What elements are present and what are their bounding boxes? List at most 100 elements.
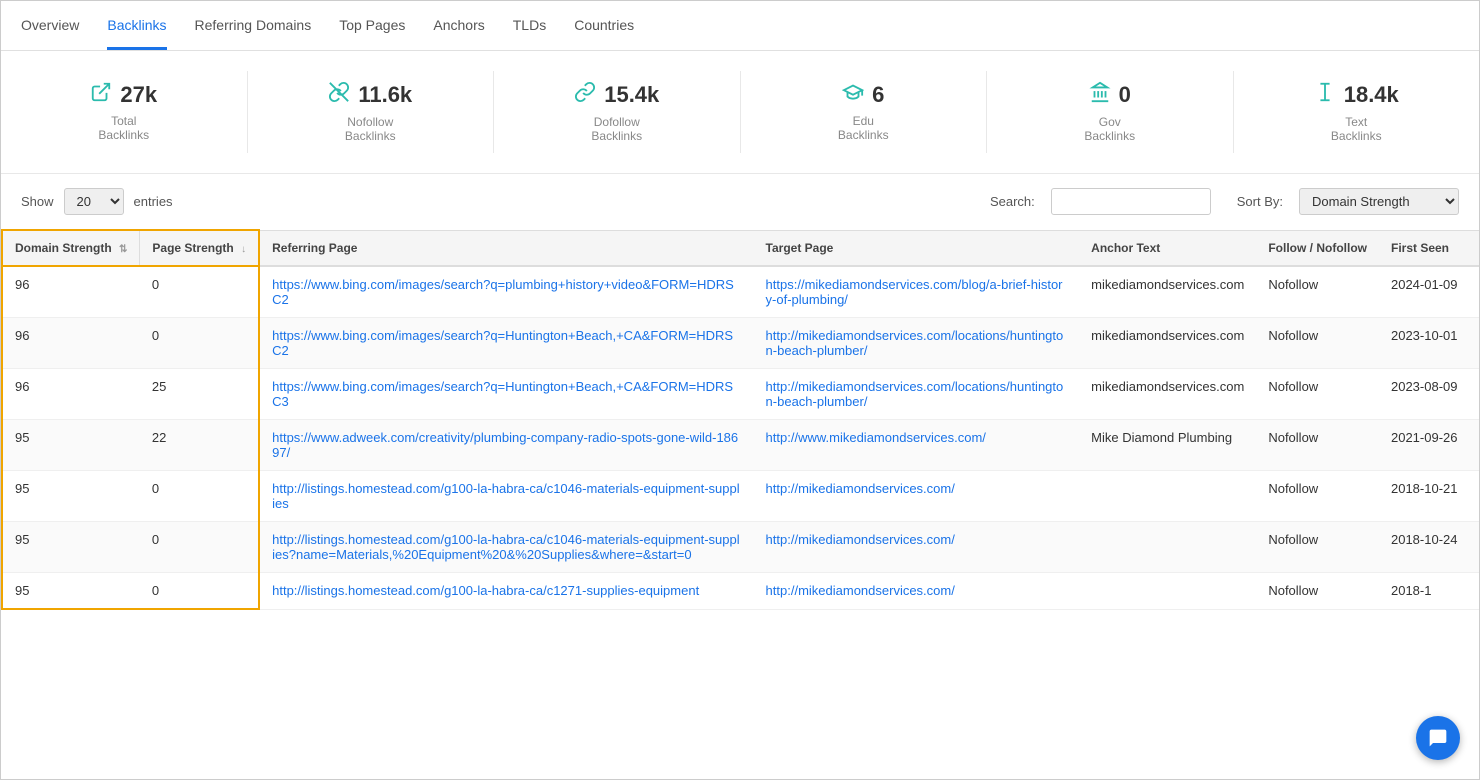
cell-first-seen: 2024-01-09 <box>1379 266 1479 318</box>
target-page-link[interactable]: http://www.mikediamondservices.com/ <box>766 430 986 445</box>
text-backlinks-value: 18.4k <box>1344 82 1399 108</box>
cell-target-page[interactable]: http://mikediamondservices.com/locations… <box>754 318 1080 369</box>
stat-nofollow-backlinks: 11.6k NofollowBacklinks <box>248 71 495 153</box>
tab-backlinks[interactable]: Backlinks <box>107 1 166 50</box>
total-backlinks-value: 27k <box>120 82 157 108</box>
stat-edu-backlinks: 6 EduBacklinks <box>741 71 988 153</box>
total-backlinks-label: TotalBacklinks <box>21 114 227 142</box>
sort-label: Sort By: <box>1237 194 1283 209</box>
cell-domain-strength: 95 <box>2 471 140 522</box>
referring-page-link[interactable]: https://www.bing.com/images/search?q=Hun… <box>272 379 733 409</box>
referring-page-link[interactable]: http://listings.homestead.com/g100-la-ha… <box>272 583 699 598</box>
cell-follow-nofollow: Nofollow <box>1256 420 1379 471</box>
col-header-follow-nofollow: Follow / Nofollow <box>1256 230 1379 266</box>
text-backlinks-label: TextBacklinks <box>1254 115 1460 143</box>
sort-select[interactable]: Domain Strength Page Strength First Seen… <box>1299 188 1459 215</box>
cell-domain-strength: 95 <box>2 522 140 573</box>
tab-top-pages[interactable]: Top Pages <box>339 1 405 50</box>
target-page-link[interactable]: http://mikediamondservices.com/ <box>766 532 955 547</box>
search-label: Search: <box>990 194 1035 209</box>
cell-referring-page[interactable]: http://listings.homestead.com/g100-la-ha… <box>259 471 753 522</box>
referring-page-link[interactable]: https://www.bing.com/images/search?q=Hun… <box>272 328 733 358</box>
target-page-link[interactable]: https://mikediamondservices.com/blog/a-b… <box>766 277 1063 307</box>
tab-referring-domains[interactable]: Referring Domains <box>195 1 312 50</box>
cell-follow-nofollow: Nofollow <box>1256 318 1379 369</box>
cell-anchor-text: mikediamondservices.com <box>1079 369 1256 420</box>
col-header-target-page: Target Page <box>754 230 1080 266</box>
target-page-link[interactable]: http://mikediamondservices.com/ <box>766 481 955 496</box>
cell-anchor-text <box>1079 471 1256 522</box>
cell-page-strength: 0 <box>140 522 259 573</box>
nofollow-backlinks-value: 11.6k <box>358 82 412 108</box>
col-header-page-strength[interactable]: Page Strength ↓ <box>140 230 259 266</box>
cell-domain-strength: 96 <box>2 318 140 369</box>
stat-gov-backlinks: 0 GovBacklinks <box>987 71 1234 153</box>
referring-page-link[interactable]: https://www.bing.com/images/search?q=plu… <box>272 277 734 307</box>
show-label: Show <box>21 194 54 209</box>
col-header-domain-strength[interactable]: Domain Strength ⇅ <box>2 230 140 266</box>
referring-page-link[interactable]: http://listings.homestead.com/g100-la-ha… <box>272 481 740 511</box>
cell-anchor-text <box>1079 522 1256 573</box>
cell-page-strength: 0 <box>140 573 259 610</box>
cell-target-page[interactable]: http://mikediamondservices.com/locations… <box>754 369 1080 420</box>
cell-page-strength: 0 <box>140 318 259 369</box>
edu-backlinks-label: EduBacklinks <box>761 114 967 142</box>
cell-domain-strength: 96 <box>2 369 140 420</box>
target-page-link[interactable]: http://mikediamondservices.com/locations… <box>766 328 1064 358</box>
nofollow-backlinks-label: NofollowBacklinks <box>268 115 474 143</box>
gov-backlinks-label: GovBacklinks <box>1007 115 1213 143</box>
entries-select[interactable]: 20 10 50 100 <box>64 188 124 215</box>
cell-target-page[interactable]: http://mikediamondservices.com/ <box>754 522 1080 573</box>
cell-first-seen: 2018-1 <box>1379 573 1479 610</box>
cell-follow-nofollow: Nofollow <box>1256 522 1379 573</box>
chat-button[interactable] <box>1416 716 1460 760</box>
cell-first-seen: 2021-09-26 <box>1379 420 1479 471</box>
cell-page-strength: 25 <box>140 369 259 420</box>
cell-target-page[interactable]: http://mikediamondservices.com/ <box>754 573 1080 610</box>
cell-referring-page[interactable]: http://listings.homestead.com/g100-la-ha… <box>259 573 753 610</box>
tab-countries[interactable]: Countries <box>574 1 634 50</box>
target-page-link[interactable]: http://mikediamondservices.com/ <box>766 583 955 598</box>
text-icon <box>1314 81 1336 109</box>
entries-label: entries <box>134 194 173 209</box>
dofollow-backlinks-value: 15.4k <box>604 82 659 108</box>
cell-referring-page[interactable]: http://listings.homestead.com/g100-la-ha… <box>259 522 753 573</box>
referring-page-link[interactable]: http://listings.homestead.com/g100-la-ha… <box>272 532 740 562</box>
cell-domain-strength: 96 <box>2 266 140 318</box>
cell-target-page[interactable]: http://www.mikediamondservices.com/ <box>754 420 1080 471</box>
cell-referring-page[interactable]: https://www.bing.com/images/search?q=Hun… <box>259 318 753 369</box>
cell-anchor-text <box>1079 573 1256 610</box>
cell-target-page[interactable]: http://mikediamondservices.com/ <box>754 471 1080 522</box>
tab-anchors[interactable]: Anchors <box>433 1 484 50</box>
cell-first-seen: 2018-10-24 <box>1379 522 1479 573</box>
cell-referring-page[interactable]: https://www.bing.com/images/search?q=plu… <box>259 266 753 318</box>
cell-domain-strength: 95 <box>2 420 140 471</box>
cell-first-seen: 2023-08-09 <box>1379 369 1479 420</box>
cell-domain-strength: 95 <box>2 573 140 610</box>
tab-tlds[interactable]: TLDs <box>513 1 546 50</box>
tab-overview[interactable]: Overview <box>21 1 79 50</box>
domain-strength-sort-icon: ⇅ <box>119 244 127 255</box>
gov-icon <box>1089 81 1111 109</box>
table-row: 960https://www.bing.com/images/search?q=… <box>2 266 1479 318</box>
table-body: 960https://www.bing.com/images/search?q=… <box>2 266 1479 609</box>
cell-first-seen: 2023-10-01 <box>1379 318 1479 369</box>
table-row: 950 http://listings.homestead.com/g100-la… <box>2 522 1479 573</box>
table-header-row: Domain Strength ⇅ Page Strength ↓ Referr… <box>2 230 1479 266</box>
edu-icon <box>842 81 864 108</box>
cell-anchor-text: Mike Diamond Plumbing <box>1079 420 1256 471</box>
table-row: 9522https://www.adweek.com/creativity/pl… <box>2 420 1479 471</box>
cell-anchor-text: mikediamondservices.com <box>1079 318 1256 369</box>
col-header-anchor-text: Anchor Text <box>1079 230 1256 266</box>
table-row: 950http://listings.homestead.com/g100-la… <box>2 471 1479 522</box>
cell-referring-page[interactable]: https://www.bing.com/images/search?q=Hun… <box>259 369 753 420</box>
cell-referring-page[interactable]: https://www.adweek.com/creativity/plumbi… <box>259 420 753 471</box>
stat-dofollow-backlinks: 15.4k DofollowBacklinks <box>494 71 741 153</box>
cell-follow-nofollow: Nofollow <box>1256 471 1379 522</box>
cell-target-page[interactable]: https://mikediamondservices.com/blog/a-b… <box>754 266 1080 318</box>
referring-page-link[interactable]: https://www.adweek.com/creativity/plumbi… <box>272 430 738 460</box>
backlinks-table: Domain Strength ⇅ Page Strength ↓ Referr… <box>1 229 1479 610</box>
target-page-link[interactable]: http://mikediamondservices.com/locations… <box>766 379 1064 409</box>
col-header-first-seen: First Seen <box>1379 230 1479 266</box>
search-input[interactable] <box>1051 188 1211 215</box>
